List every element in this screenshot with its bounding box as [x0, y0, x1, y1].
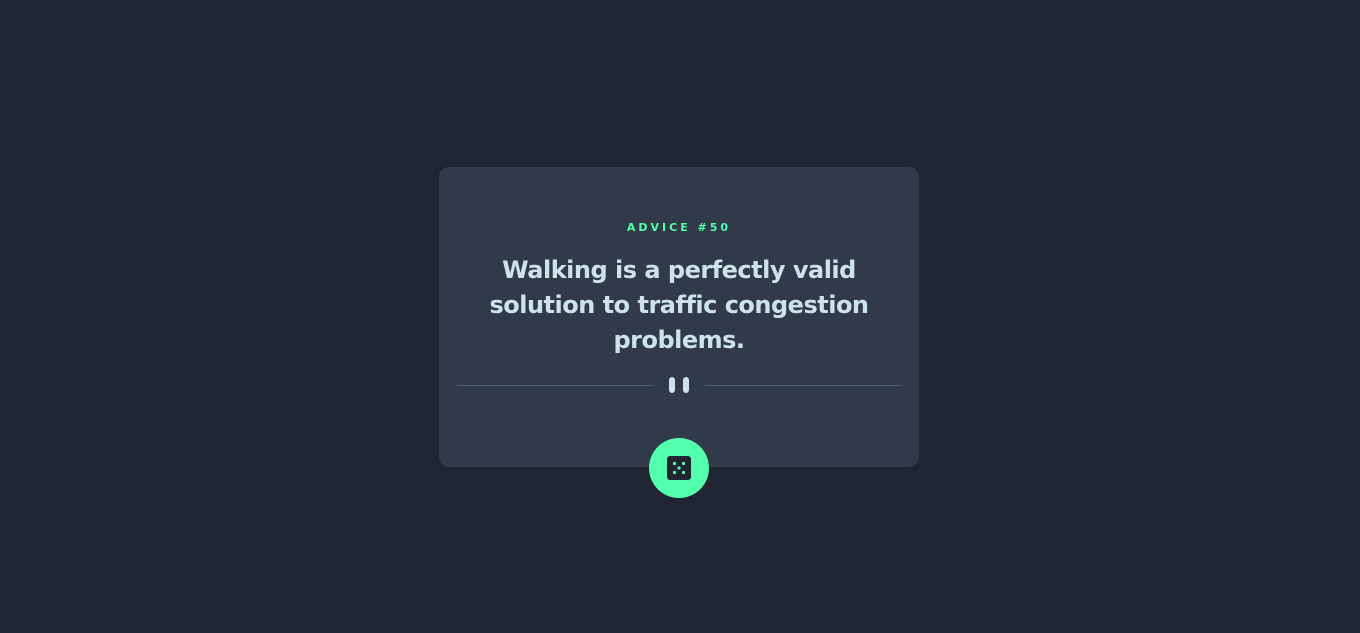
advice-number: ADVICE #50 — [626, 221, 732, 234]
advice-card: ADVICE #50 Walking is a perfectly valid … — [439, 167, 919, 467]
divider-line-left — [457, 385, 653, 386]
pause-icon — [669, 377, 689, 393]
dice-icon — [667, 456, 691, 480]
pause-bar-right — [683, 377, 689, 393]
new-advice-button[interactable] — [649, 438, 709, 498]
pattern-divider — [457, 377, 901, 393]
advice-quote: Walking is a perfectly valid solution to… — [489, 256, 869, 354]
divider-line-right — [705, 385, 901, 386]
pause-bar-left — [669, 377, 675, 393]
